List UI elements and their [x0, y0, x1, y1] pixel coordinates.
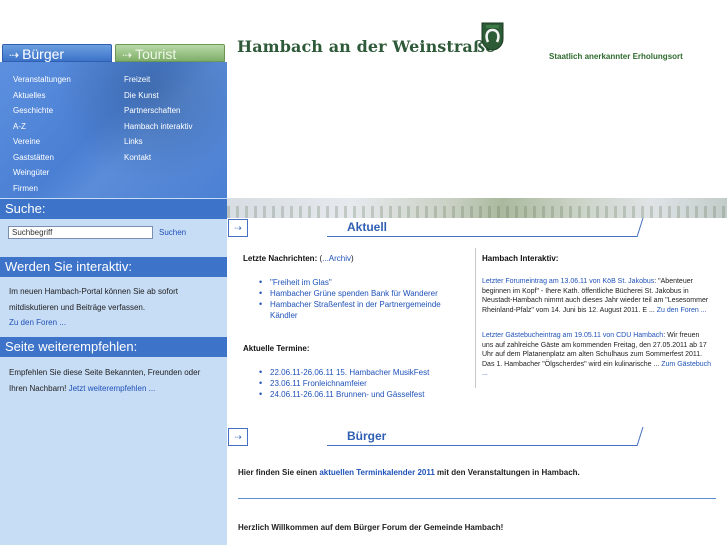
- interactive-text: Im neuen Hambach-Portal können Sie ab so…: [9, 287, 178, 312]
- interactive-heading: Werden Sie interaktiv:: [0, 257, 227, 277]
- nav-item[interactable]: Weingüter: [13, 165, 71, 181]
- nav-item[interactable]: Geschichte: [13, 103, 71, 119]
- nav-item[interactable]: Links: [124, 134, 192, 150]
- news-item[interactable]: • "Freiheit im Glas": [256, 277, 466, 288]
- events-label: Aktuelle Termine:: [243, 344, 310, 353]
- news-label: Letzte Nachrichten:: [243, 254, 318, 263]
- section-bar-buerger: ⇢ Bürger: [227, 427, 727, 447]
- tab-buerger-label: Bürger: [22, 46, 65, 62]
- arrow-right-icon: ⇢: [228, 428, 248, 446]
- recommend-box: Empfehlen Sie diese Seite Bekannten, Fre…: [9, 365, 219, 396]
- guestbook-entry-link[interactable]: Letzter Gästebucheintrag: [482, 332, 561, 339]
- left-sidebar: ⇢ Bürger ⇢ Tourist Veranstaltungen Aktuell…: [0, 0, 227, 545]
- nav-item[interactable]: Aktuelles: [13, 88, 71, 104]
- tab-tourist[interactable]: ⇢ Tourist: [115, 44, 225, 62]
- divider: [238, 498, 716, 499]
- arrow-right-icon: ⇢: [9, 48, 20, 62]
- main-navigation: Veranstaltungen Aktuelles Geschichte A-Z…: [0, 62, 227, 198]
- event-item[interactable]: • 23.06.11 Fronleichnamfeier: [256, 378, 471, 389]
- search-heading: Suche:: [0, 199, 227, 219]
- news-header: Letzte Nachrichten: (...Archiv): [243, 254, 354, 263]
- nav-item[interactable]: A-Z: [13, 119, 71, 135]
- tab-bar: ⇢ Bürger ⇢ Tourist: [0, 0, 227, 62]
- tab-buerger[interactable]: ⇢ Bürger: [2, 44, 112, 62]
- interactive-box: Im neuen Hambach-Portal können Sie ab so…: [9, 284, 219, 331]
- archive-link[interactable]: ...Archiv: [322, 254, 351, 263]
- arrow-right-icon: ⇢: [228, 219, 248, 237]
- event-item[interactable]: • 24.06.11-26.06.11 Brunnen- und Gässelfe…: [256, 389, 471, 400]
- welcome-text: Herzlich Willkommen auf dem Bürger Forum…: [238, 523, 504, 532]
- recommend-link[interactable]: Jetzt weiterempfehlen ...: [69, 384, 156, 393]
- section-slant: [636, 218, 644, 237]
- buerger-lead: Hier finden Sie einen aktuellen Terminka…: [238, 468, 580, 477]
- nav-column-left: Veranstaltungen Aktuelles Geschichte A-Z…: [13, 72, 71, 196]
- section-slant: [636, 427, 644, 446]
- section-bar-aktuell: ⇢ Aktuell: [227, 218, 727, 238]
- nav-item[interactable]: Gaststätten: [13, 150, 71, 166]
- nav-item[interactable]: Die Kunst: [124, 88, 192, 104]
- nav-item[interactable]: Hambach interaktiv: [124, 119, 192, 135]
- search-button[interactable]: Suchen: [159, 228, 186, 237]
- news-list: • "Freiheit im Glas" • Hambacher Grüne spe…: [256, 277, 466, 321]
- interactive-label: Hambach Interaktiv:: [482, 254, 559, 263]
- nav-item[interactable]: Kontakt: [124, 150, 192, 166]
- forum-entry: Letzter Forumeintrag am 13.06.11 von KöB…: [482, 278, 709, 314]
- site-title: Hambach an der Weinstraße: [237, 37, 496, 56]
- arrow-right-icon: ⇢: [122, 48, 133, 62]
- nav-item[interactable]: Partnerschaften: [124, 103, 192, 119]
- nav-item[interactable]: Veranstaltungen: [13, 72, 71, 88]
- recommend-heading: Seite weiterempfehlen:: [0, 337, 227, 357]
- guestbook-entry: Letzter Gästebucheintrag am 19.05.11 von…: [482, 332, 712, 378]
- nav-item[interactable]: Firmen: [13, 181, 71, 197]
- section-title-aktuell: Aktuell: [347, 220, 388, 234]
- news-item[interactable]: • Hambacher Straßenfest in der Partnergem…: [256, 299, 466, 321]
- horseshoe-crest-icon: [481, 22, 504, 51]
- forum-link[interactable]: Zu den Foren ...: [9, 318, 66, 327]
- nav-item[interactable]: Vereine: [13, 134, 71, 150]
- column-divider: [475, 248, 476, 388]
- section-title-buerger: Bürger: [347, 429, 387, 443]
- calendar-link[interactable]: aktuellen Terminkalender 2011: [319, 468, 434, 477]
- forum-more-link[interactable]: Zu den Foren ...: [657, 307, 707, 314]
- panorama-banner: [227, 198, 727, 218]
- nav-column-right: Freizeit Die Kunst Partnerschaften Hamba…: [124, 72, 192, 165]
- events-list: • 22.06.11-26.06.11 15. Hambacher MusikFe…: [256, 367, 471, 400]
- news-item[interactable]: • Hambacher Grüne spenden Bank für Wander…: [256, 288, 466, 299]
- slogan: Staatlich anerkannter Erholungsort: [549, 52, 683, 61]
- event-item[interactable]: • 22.06.11-26.06.11 15. Hambacher MusikFe…: [256, 367, 471, 378]
- search-input[interactable]: [8, 226, 153, 239]
- tab-tourist-label: Tourist: [135, 46, 177, 62]
- forum-entry-link[interactable]: Letzter Forumeintrag: [482, 278, 547, 285]
- nav-item[interactable]: Freizeit: [124, 72, 192, 88]
